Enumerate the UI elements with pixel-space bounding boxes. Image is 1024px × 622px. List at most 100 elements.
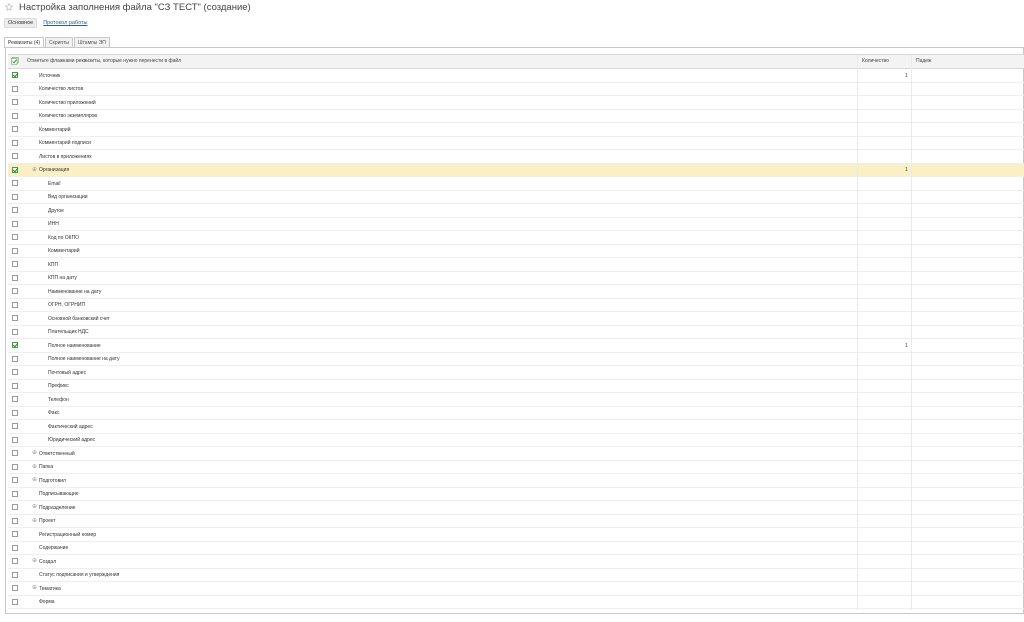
row-checkbox[interactable]	[12, 301, 18, 308]
table-row[interactable]: Плательщик НДС	[8, 326, 1024, 339]
table-row[interactable]: Количество листов	[8, 83, 1024, 96]
table-row[interactable]: Комментарий подписи	[8, 137, 1024, 150]
row-quantity[interactable]: 1	[905, 167, 908, 173]
row-checkbox[interactable]	[12, 112, 18, 119]
row-checkbox[interactable]	[12, 153, 18, 159]
row-checkbox[interactable]	[12, 490, 18, 497]
table-row[interactable]: Источник 1	[8, 69, 1024, 83]
row-checkbox[interactable]	[12, 126, 18, 132]
row-checkbox[interactable]	[12, 517, 18, 524]
table-row[interactable]: ⊕ Организация 1	[8, 163, 1024, 177]
row-label: ИНН	[48, 221, 59, 227]
row-quantity[interactable]: 1	[905, 343, 908, 349]
table-row[interactable]: ОГРН, ОГРНИП	[8, 299, 1024, 312]
row-checkbox[interactable]	[12, 504, 18, 510]
column-header-case[interactable]: Падеж	[911, 55, 931, 68]
row-checkbox[interactable]	[12, 207, 18, 213]
row-checkbox[interactable]	[12, 180, 18, 186]
column-header-name[interactable]: Отметьте флажками реквизиты, которые нуж…	[27, 58, 181, 64]
table-row[interactable]: Почтовый адрес	[8, 366, 1024, 380]
table-row[interactable]: Телефон	[8, 393, 1024, 407]
row-checkbox[interactable]	[12, 193, 18, 200]
row-checkbox[interactable]	[12, 369, 18, 375]
row-checkbox[interactable]	[12, 261, 18, 267]
table-row[interactable]: Листов в приложениях	[8, 150, 1024, 164]
plus-expand-icon[interactable]: ⊕	[32, 558, 37, 564]
table-row[interactable]: Статус подписания и утверждения	[8, 569, 1024, 582]
row-checkbox[interactable]	[12, 315, 18, 321]
row-checkbox[interactable]	[12, 396, 18, 402]
plus-expand-icon[interactable]: ⊕	[32, 477, 37, 483]
table-row[interactable]: ИНН	[8, 218, 1024, 231]
table-row[interactable]: ⊕ Ответственный	[8, 447, 1024, 461]
row-checkbox[interactable]	[12, 288, 18, 294]
table-row[interactable]: ⊕ Тематика	[8, 582, 1024, 596]
row-checkbox[interactable]	[12, 355, 18, 362]
row-checkbox[interactable]	[12, 598, 18, 605]
row-checkbox[interactable]	[12, 544, 18, 551]
table-row[interactable]: ⊕ Подготовил	[8, 474, 1024, 488]
table-row[interactable]: Код по ОКПО	[8, 231, 1024, 245]
table-row[interactable]: Количество экземпляров	[8, 110, 1024, 123]
table-row[interactable]: Форма	[8, 596, 1024, 609]
table-row[interactable]: ⊕ Создал	[8, 555, 1024, 569]
table-row[interactable]: ⊕ Проект	[8, 515, 1024, 528]
table-row[interactable]: КПП	[8, 258, 1024, 272]
table-row[interactable]: КПП на дату	[8, 272, 1024, 285]
row-checkbox[interactable]	[12, 72, 18, 78]
row-checkbox[interactable]	[12, 247, 18, 254]
table-row[interactable]: Регистрационный номер	[8, 528, 1024, 542]
row-label: Телефон	[48, 396, 69, 403]
row-checkbox[interactable]	[12, 99, 18, 105]
table-row[interactable]: Юридический адрес	[8, 434, 1024, 447]
column-header-quantity[interactable]: Количество	[857, 55, 912, 68]
table-row[interactable]: Основной банковский счет	[8, 312, 1024, 326]
row-checkbox[interactable]	[12, 328, 18, 335]
row-checkbox[interactable]	[12, 531, 18, 537]
table-row[interactable]: Email	[8, 177, 1024, 191]
row-checkbox[interactable]	[12, 139, 18, 146]
log-link[interactable]: Протокол работы	[43, 20, 87, 26]
table-row[interactable]: Содержание	[8, 542, 1024, 555]
row-checkbox[interactable]	[12, 342, 18, 348]
row-checkbox[interactable]	[12, 234, 18, 240]
plus-expand-icon[interactable]: ⊕	[32, 504, 37, 510]
row-checkbox[interactable]	[12, 85, 18, 92]
table-row[interactable]: ⊕ Подразделение	[8, 501, 1024, 515]
table-row[interactable]: Наименование на дату	[8, 285, 1024, 299]
row-checkbox[interactable]	[12, 558, 18, 564]
row-checkbox[interactable]	[12, 423, 18, 429]
table-row[interactable]: Другое	[8, 204, 1024, 218]
table-row[interactable]: Вид организации	[8, 191, 1024, 204]
table-row[interactable]: Фактический адрес	[8, 420, 1024, 434]
table-row[interactable]: Префикс	[8, 380, 1024, 393]
row-checkbox[interactable]	[12, 409, 18, 416]
table-row[interactable]: Количество приложений	[8, 96, 1024, 110]
row-checkbox[interactable]	[12, 463, 18, 470]
table-row[interactable]: Полное наименование 1	[8, 339, 1024, 353]
table-row[interactable]: Комментарий	[8, 123, 1024, 137]
row-quantity[interactable]: 1	[905, 73, 908, 79]
table-row[interactable]: Полное наименование на дату	[8, 353, 1024, 366]
table-row[interactable]: Подписывающие	[8, 488, 1024, 501]
plus-expand-icon[interactable]: ⊕	[32, 450, 37, 456]
table-row[interactable]: Комментарий	[8, 245, 1024, 258]
star-icon[interactable]	[5, 3, 13, 11]
row-checkbox[interactable]	[12, 166, 18, 173]
plus-expand-icon[interactable]: ⊕	[32, 518, 37, 524]
row-checkbox[interactable]	[12, 571, 18, 578]
row-checkbox[interactable]	[12, 477, 18, 483]
plus-expand-icon[interactable]: ⊕	[32, 585, 37, 591]
row-checkbox[interactable]	[12, 274, 18, 281]
row-checkbox[interactable]	[12, 450, 18, 456]
row-checkbox[interactable]	[12, 220, 18, 227]
table-row[interactable]: ⊕ Папка	[8, 461, 1024, 474]
row-checkbox[interactable]	[12, 382, 18, 389]
plus-expand-icon[interactable]: ⊕	[32, 167, 37, 173]
table-row[interactable]: Факс	[8, 407, 1024, 420]
row-checkbox[interactable]	[12, 436, 18, 443]
row-checkbox[interactable]	[12, 585, 18, 591]
plus-expand-icon[interactable]: ⊕	[32, 464, 37, 470]
check-all-icon[interactable]	[11, 57, 19, 67]
main-button[interactable]: Основное	[4, 18, 38, 28]
